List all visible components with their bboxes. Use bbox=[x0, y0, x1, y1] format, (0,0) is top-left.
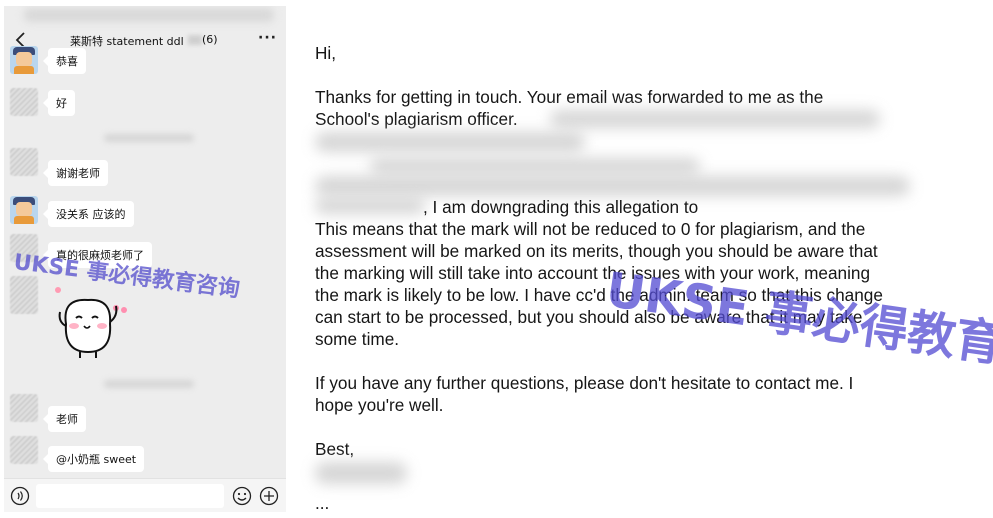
avatar[interactable] bbox=[10, 46, 38, 74]
message-input-bar bbox=[4, 478, 286, 512]
ellipsis-icon[interactable]: ··· bbox=[258, 30, 277, 46]
message-bubble[interactable]: 没关系 应该的 bbox=[43, 201, 134, 227]
plus-icon[interactable] bbox=[259, 486, 279, 506]
sticker-image[interactable] bbox=[52, 286, 136, 362]
message-bubble[interactable]: 老师 bbox=[43, 406, 86, 432]
message-bubble[interactable]: 好 bbox=[43, 90, 75, 116]
email-paragraph-2-line: assessment will be marked on its merits,… bbox=[315, 241, 878, 261]
redacted-text bbox=[370, 158, 700, 174]
message-bubble[interactable]: @小奶瓶 sweet bbox=[42, 446, 145, 472]
message-input[interactable] bbox=[36, 484, 224, 508]
redacted-signature bbox=[315, 462, 407, 484]
timestamp bbox=[104, 134, 194, 142]
redacted-text bbox=[315, 198, 425, 214]
chat-window: 莱斯特 statement ddl (6) ··· 恭喜 好 谢谢老师 没关系 … bbox=[4, 6, 286, 512]
avatar[interactable] bbox=[10, 196, 38, 224]
email-paragraph-1-line: School's plagiarism officer. bbox=[315, 109, 518, 129]
message-bubble[interactable]: 恭喜 bbox=[43, 48, 86, 74]
avatar[interactable] bbox=[10, 436, 38, 464]
email-paragraph-2-line: some time. bbox=[315, 329, 400, 349]
avatar[interactable] bbox=[10, 148, 38, 176]
timestamp bbox=[104, 380, 194, 388]
redacted-text bbox=[550, 110, 880, 128]
redacted-text bbox=[315, 176, 910, 196]
avatar[interactable] bbox=[10, 394, 38, 422]
title-redaction bbox=[188, 35, 202, 45]
message-bubble[interactable]: 谢谢老师 bbox=[43, 160, 108, 186]
member-count: (6) bbox=[202, 33, 218, 46]
chat-header: 莱斯特 statement ddl (6) ··· bbox=[4, 24, 286, 56]
email-signoff: Best, bbox=[315, 439, 355, 459]
email-paragraph-2-line: This means that the mark will not be red… bbox=[315, 219, 866, 239]
email-paragraph-2-line: , I am downgrading this allegation to bbox=[423, 197, 699, 217]
email-paragraph-3-line: If you have any further questions, pleas… bbox=[315, 373, 854, 393]
email-greeting: Hi, bbox=[315, 43, 337, 63]
email-ellipsis: ... bbox=[315, 493, 330, 513]
chat-title: 莱斯特 statement ddl bbox=[70, 35, 184, 48]
emoji-icon[interactable] bbox=[232, 486, 252, 506]
redacted-text bbox=[315, 132, 585, 152]
email-paragraph-3-line: hope you're well. bbox=[315, 395, 444, 415]
avatar[interactable] bbox=[10, 88, 38, 116]
email-paragraph-1-line: Thanks for getting in touch. Your email … bbox=[315, 87, 824, 107]
voice-icon[interactable] bbox=[10, 486, 30, 506]
avatar[interactable] bbox=[10, 276, 38, 314]
status-bar-blurred bbox=[24, 8, 274, 22]
